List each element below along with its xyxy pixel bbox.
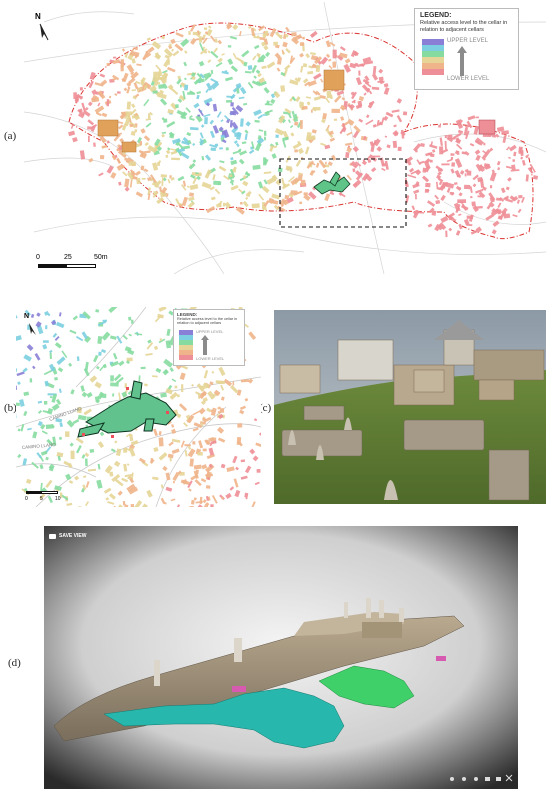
legend-b-lower: LOWER LEVEL: [196, 356, 225, 361]
map-panel-a: N 0 25 50m LEGEND: Relative access level…: [24, 2, 546, 274]
scale-bar-a: 0 25 50m: [36, 254, 116, 272]
viewer-d-canvas: [44, 526, 518, 789]
scale-tick-a-2: 50m: [94, 254, 108, 261]
save-view-label: SAVE VIEW: [59, 533, 87, 539]
scale-bar-b: 0 5 10: [25, 491, 86, 505]
scale-tick-b-2: 10: [55, 496, 61, 502]
camera-icon: [49, 533, 56, 539]
panel-label-a: (a): [4, 130, 17, 142]
legend-a: LEGEND: Relative access level to the cel…: [414, 8, 519, 90]
panel-label-d: (d): [8, 657, 21, 669]
scale-tick-b-0: 0: [25, 496, 28, 502]
legend-a-title: LEGEND:: [420, 12, 452, 19]
north-arrow-b-icon: [29, 323, 36, 335]
legend-b: LEGEND: Relative access level to the cel…: [173, 309, 245, 366]
panel-label-b: (b): [4, 402, 17, 414]
legend-a-upper: UPPER LEVEL: [447, 38, 489, 44]
street-label-b-2: CAMINO LLANO: [22, 442, 57, 450]
viewer-panel-d: SAVE VIEW: [44, 526, 518, 789]
scale-tick-a-0: 0: [36, 254, 40, 261]
north-arrow-a: N: [34, 12, 54, 42]
map-panel-b: CAMINO LLANO CAMINO LLANO N LEGEND: Rela…: [16, 307, 261, 507]
save-view-button[interactable]: SAVE VIEW: [49, 531, 86, 541]
arrow-up-icon: [457, 46, 467, 76]
photo-c-canvas: [274, 310, 546, 504]
scale-tick-b-1: 5: [40, 496, 43, 502]
legend-a-swatches: [422, 39, 444, 75]
legend-b-subtitle: Relative access level to the cellar in r…: [177, 317, 238, 326]
legend-b-swatches: [179, 330, 193, 360]
scale-tick-a-1: 25: [64, 254, 72, 261]
north-arrow-icon: [39, 23, 49, 41]
arrow-up-b-icon: [201, 335, 209, 355]
north-arrow-b: N: [24, 313, 42, 335]
photo-panel-c: [274, 310, 546, 504]
legend-a-subtitle: Relative access level to the cellar in r…: [420, 20, 508, 33]
